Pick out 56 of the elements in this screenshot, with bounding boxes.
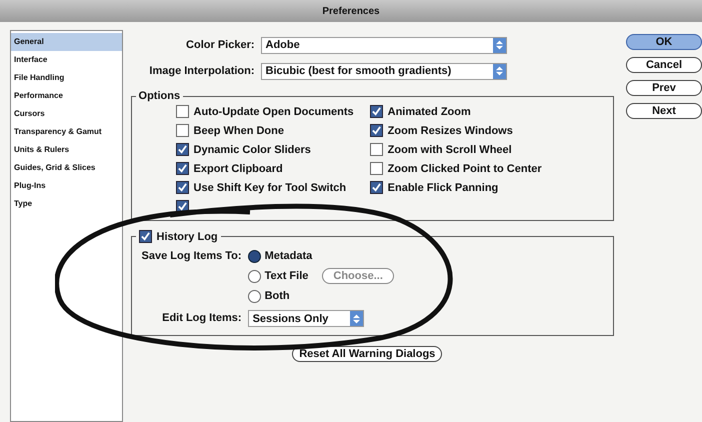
reset-button[interactable]: Reset All Warning Dialogs — [292, 346, 442, 362]
sidebar-item[interactable]: Units & Rulers — [11, 141, 122, 159]
field-label: Edit Log Items: — [161, 311, 242, 324]
checkbox[interactable] — [370, 143, 383, 156]
radio-button[interactable] — [248, 250, 261, 262]
checkbox[interactable] — [176, 162, 189, 175]
checkbox[interactable] — [370, 105, 383, 118]
dialog-button[interactable]: OK — [626, 34, 702, 50]
window-title: Preferences — [322, 6, 380, 16]
stepper-icon — [496, 40, 503, 50]
field-label: Color Picker: — [185, 39, 255, 51]
dropdown[interactable]: Sessions Only — [248, 310, 364, 327]
dialog-button[interactable]: Prev — [626, 80, 702, 96]
dropdown[interactable]: Bicubic (best for smooth gradients) — [260, 62, 507, 80]
checkbox-label: Export Clipboard — [194, 162, 283, 174]
radio-label: Metadata — [264, 250, 312, 262]
checkbox[interactable] — [176, 105, 189, 118]
sidebar-item[interactable]: Interface — [11, 51, 122, 69]
checkbox[interactable] — [370, 124, 383, 137]
checkbox[interactable] — [370, 181, 383, 194]
checkbox-label: History Log — [156, 230, 218, 242]
choose-button[interactable]: Choose... — [322, 268, 394, 284]
checkbox[interactable] — [176, 124, 189, 137]
radio-button[interactable] — [248, 290, 261, 302]
checkbox-label: Dynamic Color Sliders — [194, 144, 311, 156]
sidebar-item[interactable]: Guides, Grid & Slices — [11, 159, 122, 177]
field-label: Save Log Items To: — [142, 249, 242, 262]
sidebar-item[interactable]: Plug-Ins — [11, 177, 122, 195]
dialog-button[interactable]: Next — [626, 103, 702, 119]
sidebar-item[interactable]: Cursors — [11, 105, 122, 123]
sidebar-item[interactable]: General — [11, 33, 122, 51]
checkbox[interactable] — [370, 162, 383, 175]
checkbox-label: Auto-Update Open Documents — [194, 106, 354, 118]
radio-button[interactable] — [248, 270, 261, 282]
radio-label: Both — [264, 290, 290, 302]
checkbox-label: Animated Zoom — [388, 106, 471, 118]
sidebar-item[interactable]: Performance — [11, 87, 122, 105]
checkbox-label: Zoom Clicked Point to Center — [388, 162, 542, 174]
checkbox-label: Zoom with Scroll Wheel — [388, 144, 512, 156]
sidebar-item[interactable]: File Handling — [11, 69, 122, 87]
field-label: Image Interpolation: — [148, 65, 255, 77]
radio-label: Text File — [264, 270, 308, 282]
stepper-icon — [352, 314, 360, 324]
checkbox-label: Beep When Done — [194, 124, 284, 136]
checkbox[interactable] — [138, 230, 152, 243]
sidebar-item[interactable]: Type — [11, 195, 122, 213]
checkbox-label: Zoom Resizes Windows — [388, 124, 513, 136]
checkbox-label: Use Shift Key for Tool Switch — [194, 182, 346, 194]
group-title: Options — [138, 90, 182, 102]
checkbox-label: Enable Flick Panning — [388, 182, 498, 194]
sidebar-item[interactable]: Transparency & Gamut — [11, 123, 122, 141]
dialog-button[interactable]: Cancel — [626, 57, 702, 73]
stepper-icon — [496, 66, 503, 76]
dropdown[interactable]: Adobe — [260, 36, 507, 54]
checkbox[interactable] — [176, 181, 189, 194]
checkbox[interactable] — [176, 143, 189, 156]
